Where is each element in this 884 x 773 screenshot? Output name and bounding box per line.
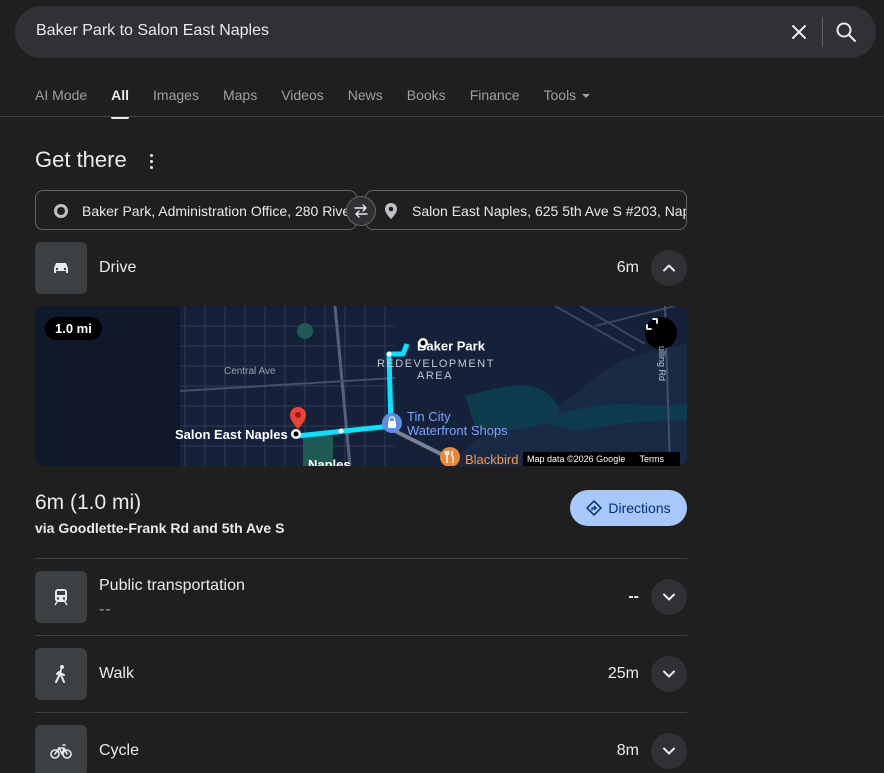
bicycle-icon xyxy=(35,725,87,773)
tab-books[interactable]: Books xyxy=(407,87,446,117)
tab-all[interactable]: All xyxy=(111,87,129,119)
chevron-up-icon xyxy=(663,264,675,272)
drive-row[interactable]: Drive 6m xyxy=(35,242,687,294)
location-pin-icon xyxy=(382,202,400,220)
tab-videos[interactable]: Videos xyxy=(281,87,324,117)
swap-icon xyxy=(354,204,368,218)
walk-time: 25m xyxy=(607,665,639,682)
divider xyxy=(35,558,687,559)
swap-locations-button[interactable] xyxy=(346,196,376,226)
directions-icon xyxy=(586,500,603,516)
origin-circle-icon xyxy=(52,202,70,220)
naples-label: Naples xyxy=(308,457,351,466)
map-background xyxy=(35,306,687,466)
tab-news[interactable]: News xyxy=(348,87,383,117)
divider xyxy=(35,712,687,713)
car-icon xyxy=(35,242,87,294)
tab-ai-mode[interactable]: AI Mode xyxy=(35,87,87,117)
expand-icon xyxy=(646,318,658,330)
expand-walk-button[interactable] xyxy=(651,656,687,692)
blackbird-label: Blackbird xyxy=(465,452,519,466)
directions-button-label: Directions xyxy=(608,500,671,516)
drive-time: 6m xyxy=(616,259,639,276)
search-tabs: AI Mode All Images Maps Videos News Book… xyxy=(35,87,614,119)
map-data-text: Map data ©2026 Google xyxy=(527,454,626,464)
train-icon xyxy=(35,571,87,623)
redevelopment-label-1: REDEVELOPMENT xyxy=(377,358,495,370)
destination-field[interactable]: Salon East Naples, 625 5th Ave S #203, N… xyxy=(365,190,687,230)
tin-city-label-2: Waterfront Shops xyxy=(407,423,508,438)
transit-sub: -- xyxy=(99,601,112,618)
redevelopment-label-2: AREA xyxy=(417,370,453,382)
tab-tools[interactable]: Tools xyxy=(544,87,591,117)
walk-icon xyxy=(35,648,87,700)
close-icon xyxy=(792,25,806,39)
red-pin-icon xyxy=(290,407,306,429)
expand-transit-button[interactable] xyxy=(651,579,687,615)
cycle-time: 8m xyxy=(616,742,639,759)
collapse-drive-button[interactable] xyxy=(651,250,687,286)
tab-tools-label: Tools xyxy=(543,87,577,103)
chevron-down-icon xyxy=(663,593,675,601)
origin-marker-icon xyxy=(418,338,428,348)
search-bar[interactable]: Baker Park to Salon East Naples xyxy=(15,6,876,58)
directions-button[interactable]: Directions xyxy=(570,490,687,526)
transit-label: Public transportation xyxy=(99,577,245,594)
tab-images[interactable]: Images xyxy=(153,87,199,117)
search-input[interactable]: Baker Park to Salon East Naples xyxy=(36,22,269,40)
road-right-label: ulling Rd xyxy=(657,346,667,382)
more-options-icon[interactable] xyxy=(144,152,158,170)
destination-input[interactable]: Salon East Naples, 625 5th Ave S #203, N… xyxy=(412,203,686,219)
route-via: via Goodlette-Frank Rd and 5th Ave S xyxy=(35,520,285,536)
search-divider xyxy=(822,17,823,47)
tab-maps[interactable]: Maps xyxy=(223,87,257,117)
shopping-bag-icon xyxy=(382,413,402,433)
cycle-label: Cycle xyxy=(99,742,140,759)
restaurant-icon xyxy=(440,447,460,466)
tab-finance[interactable]: Finance xyxy=(470,87,520,117)
search-button[interactable] xyxy=(832,18,860,46)
origin-field[interactable]: Baker Park, Administration Office, 280 R… xyxy=(35,190,357,230)
drive-label: Drive xyxy=(99,259,137,276)
origin-input[interactable]: Baker Park, Administration Office, 280 R… xyxy=(82,203,356,219)
directions-heading: Get there xyxy=(35,147,127,172)
tabs-divider xyxy=(0,116,884,117)
salon-label: Salon East Naples xyxy=(175,427,288,442)
map-terms-link[interactable]: Terms xyxy=(640,454,665,464)
distance-badge: 1.0 mi xyxy=(45,317,102,340)
transit-time: -- xyxy=(628,588,639,605)
central-ave-label: Central Ave xyxy=(224,366,276,377)
expand-cycle-button[interactable] xyxy=(651,733,687,769)
divider xyxy=(35,635,687,636)
expand-map-button[interactable] xyxy=(645,317,677,349)
route-map[interactable]: 1.0 mi Baker Park REDEVELOPMENT AREA Cen… xyxy=(35,306,687,466)
cycle-row[interactable]: Cycle 8m xyxy=(35,725,687,773)
chevron-down-icon xyxy=(663,747,675,755)
chevron-down-icon xyxy=(663,670,675,678)
clear-search-button[interactable] xyxy=(785,18,813,46)
search-icon xyxy=(836,22,856,42)
transit-row[interactable]: Public transportation -- -- xyxy=(35,571,687,623)
destination-dot-icon xyxy=(291,429,301,439)
tin-city-label-1: Tin City xyxy=(407,409,451,424)
walk-row[interactable]: Walk 25m xyxy=(35,648,687,700)
walk-label: Walk xyxy=(99,665,134,682)
route-time-distance: 6m (1.0 mi) xyxy=(35,491,142,514)
caret-down-icon xyxy=(582,94,591,99)
baker-park-marker[interactable]: Baker Park xyxy=(417,337,485,355)
map-attribution: Map data ©2026 Google Terms xyxy=(523,452,681,466)
